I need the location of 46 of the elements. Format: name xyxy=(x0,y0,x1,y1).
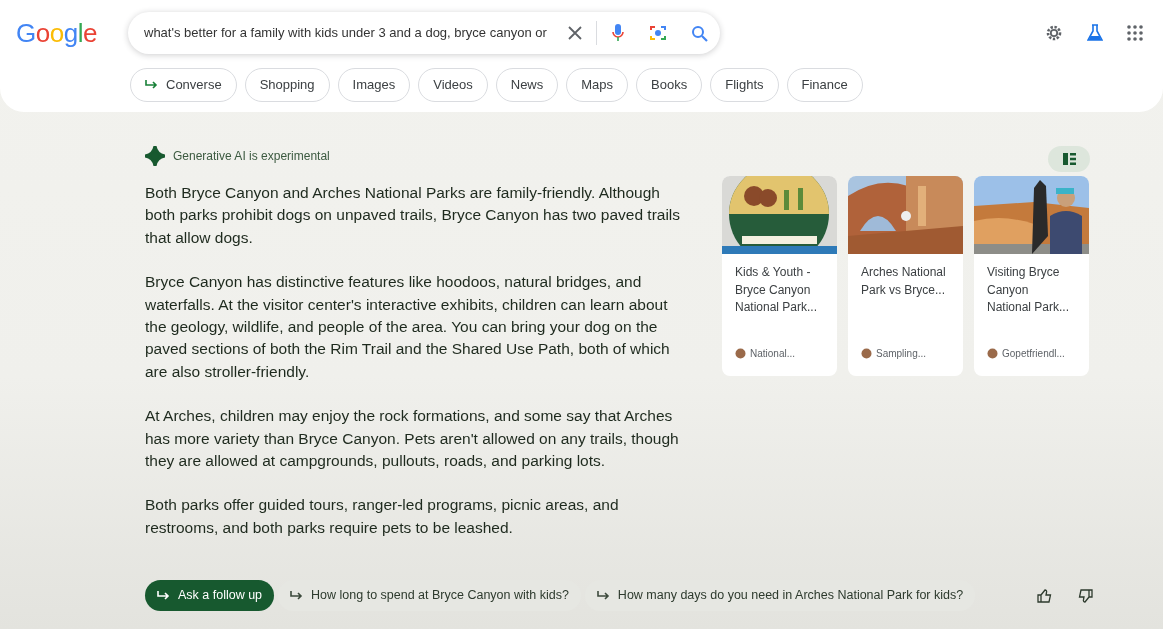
camera-icon[interactable] xyxy=(649,24,667,42)
reply-arrow-icon xyxy=(157,590,170,601)
source-title: Visiting Bryce Canyon National Park... xyxy=(986,264,1071,316)
flask-icon[interactable] xyxy=(1087,24,1103,42)
search-icon[interactable] xyxy=(691,24,708,42)
site-favicon-icon xyxy=(987,348,998,359)
reply-arrow-icon xyxy=(596,590,610,601)
filter-chip[interactable]: Finance xyxy=(786,68,863,102)
layout-icon xyxy=(1062,153,1076,165)
search-text: what's better for a family with kids under 3 and a dog, bryce canyon or xyxy=(144,24,547,43)
filter-chip[interactable]: Maps xyxy=(566,68,629,102)
reply-arrow-icon xyxy=(290,590,304,601)
filter-chip[interactable]: Images xyxy=(337,68,411,102)
notice-text: Generative AI is experimental xyxy=(173,148,330,165)
answer-paragraph: At Arches, children may enjoy the rock formations, and some say that Arches has more variety than Bryce Canyon. Pets aren't allowed on any trails, though they are allowed at campgrounds, pullouts, roads, and parking lots. xyxy=(145,406,680,472)
source-site: Sampling... xyxy=(876,347,927,361)
filter-chip[interactable]: Converse xyxy=(130,68,237,102)
filter-chip[interactable]: Flights xyxy=(710,68,779,102)
close-icon[interactable] xyxy=(568,26,582,40)
source-card[interactable]: Visiting Bryce Canyon National Park... Gopetfriendl... xyxy=(974,176,1089,376)
source-card[interactable]: Arches National Park vs Bryce... Sampling... xyxy=(848,176,963,376)
source-title: Kids & Youth - Bryce Canyon National Park... xyxy=(734,264,819,316)
source-site: Gopetfriendl... xyxy=(1002,347,1065,361)
filter-chip[interactable]: Books xyxy=(636,68,703,102)
source-title: Arches National Park vs Bryce... xyxy=(860,264,947,299)
answer-paragraph: Both parks offer guided tours, ranger-led programs, picnic areas, and restrooms, and both parks require pets to be leashed. xyxy=(145,495,620,538)
apps-icon[interactable] xyxy=(1127,25,1143,41)
thumbs-down-icon[interactable] xyxy=(1078,588,1093,603)
reply-arrow-icon xyxy=(145,80,158,90)
filter-chip[interactable]: Videos xyxy=(418,68,488,102)
google-logo[interactable]: Google xyxy=(16,13,128,53)
site-favicon-icon xyxy=(861,348,872,359)
filter-chip[interactable]: News xyxy=(495,68,559,102)
source-card[interactable]: Kids & Youth - Bryce Canyon National Park... National... xyxy=(722,176,837,376)
answer-paragraph: Bryce Canyon has distinctive features like hoodoos, natural bridges, and waterfalls. At the visitor center's interactive exhibits, children can learn about the geology, wildlife, and people of the area. You can bring your dog on the paved sections of both the Rim Trail and the Shared Use Path, both of which are also stroller-friendly. xyxy=(145,272,671,382)
search-field[interactable]: what's better for a family with kids under 3 and a dog, bryce canyon or xyxy=(128,12,720,54)
sparkle-icon xyxy=(145,146,165,166)
filter-chip[interactable]: Shopping xyxy=(244,68,330,102)
answer-paragraph: Both Bryce Canyon and Arches National Parks are family-friendly. Although both parks prohibit dogs on unpaved trails, Bryce Canyon has two paved trails that allow dogs. xyxy=(145,183,682,248)
settings-icon[interactable] xyxy=(1045,24,1063,42)
layout-toggle-button[interactable] xyxy=(1048,146,1090,172)
site-favicon-icon xyxy=(735,348,746,359)
thumbs-up-icon[interactable] xyxy=(1037,588,1052,603)
source-site: National... xyxy=(750,347,796,361)
follow-up-button[interactable]: Ask a follow up xyxy=(145,580,275,611)
microphone-icon[interactable] xyxy=(611,23,625,43)
